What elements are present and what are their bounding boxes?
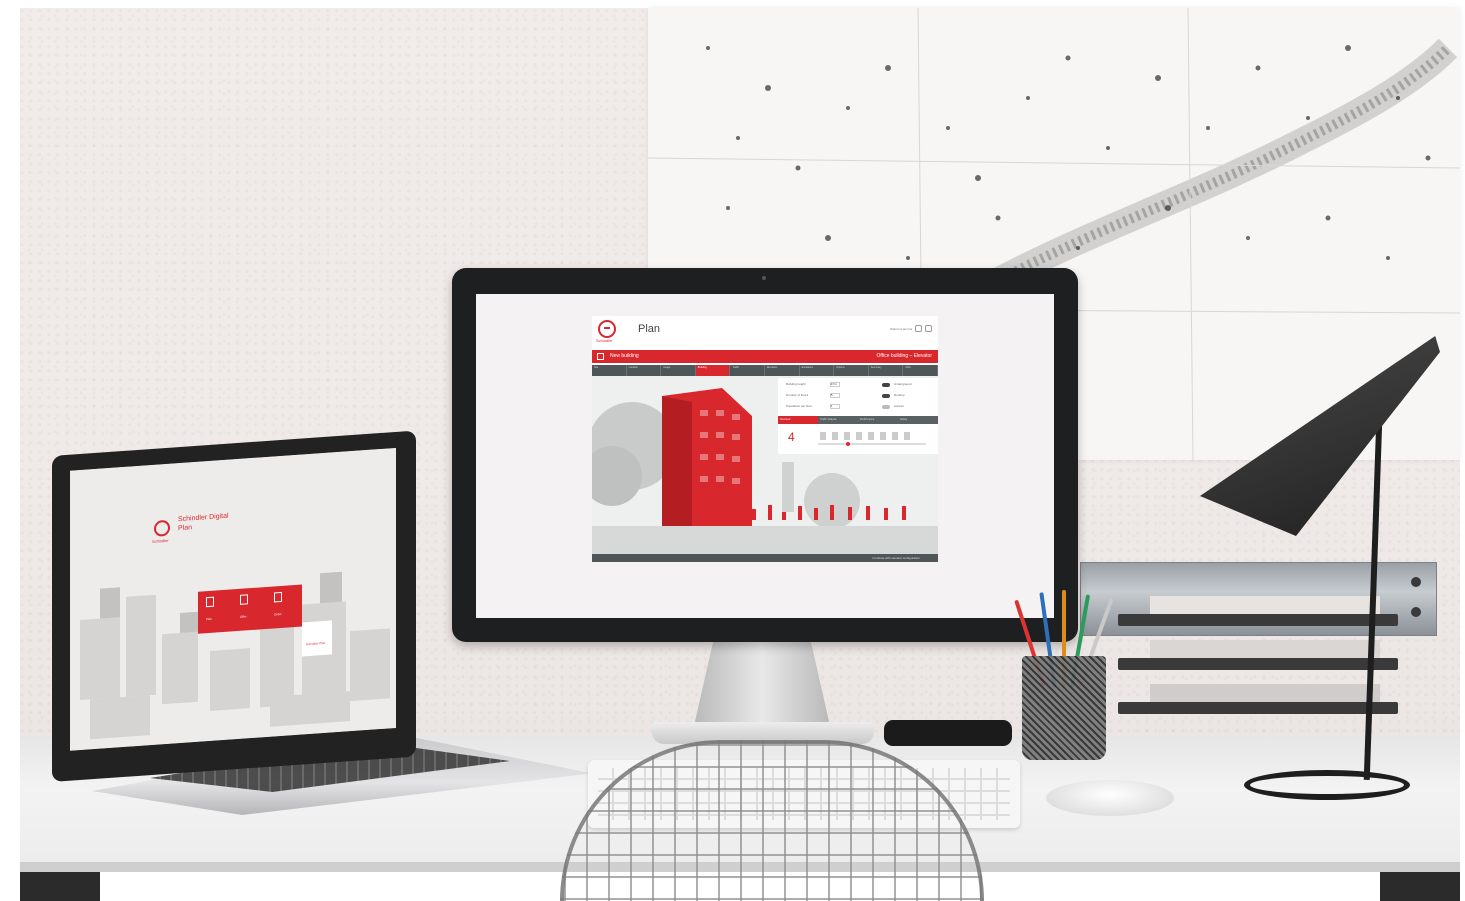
tab-escalators[interactable]: Escalators [800,365,835,376]
access-toggle[interactable] [882,405,890,409]
label-underground: Underground [894,382,912,386]
floors-input[interactable]: 5 [830,393,840,398]
pen-holder [1022,656,1106,760]
plan-tile-icon[interactable] [206,596,214,608]
laptop-screen: Schindler Schindler Digital Plan Plan Of… [70,447,396,751]
offer-tile-icon[interactable] [240,594,248,605]
analysis-tabs: Overview Traffic analysis Performance Sa… [778,416,938,424]
letter-tray [1118,658,1398,670]
schindler-logo-icon[interactable] [598,320,616,338]
lamp-base [1244,770,1410,800]
menu-icon[interactable] [925,325,932,332]
monitor-screen: Schindler Plan Welcome Emma New building… [476,294,1054,618]
letter-tray [1118,702,1398,714]
page-title: Plan [638,323,661,335]
continue-link[interactable]: Continue with elevator configuration [872,556,920,560]
paper-stack [1150,596,1380,614]
app-footer: Continue with elevator configuration [592,554,938,562]
floor-count[interactable]: 4 [788,430,795,444]
tab-traffic-analysis[interactable]: Traffic analysis [818,416,858,424]
monitor-stand [694,642,830,726]
desk-leg [20,872,100,901]
workspace-scene: Schindler Plan Welcome Emma New building… [0,0,1465,901]
tab-location[interactable]: Location [627,365,662,376]
app-header: Schindler Plan Welcome Emma [592,316,938,344]
desktop-monitor: Schindler Plan Welcome Emma New building… [452,268,1078,642]
tab-elevators[interactable]: Elevators [765,365,800,376]
label-number-of-floors: Number of floors [786,393,809,397]
label-population: Population per floor [786,404,813,408]
rooftop-toggle[interactable] [882,394,890,398]
mouse [1046,780,1174,816]
label-access: Access [894,404,904,408]
tab-usage[interactable]: Usage [661,365,696,376]
plan-app-window: Schindler Plan Welcome Emma New building… [592,316,938,562]
project-type[interactable]: Office building – Elevator [877,350,933,363]
tab-performance[interactable]: Performance [858,416,898,424]
label-rooftop: Rooftop [894,393,905,397]
tab-safety[interactable]: Safety [898,416,938,424]
tab-options[interactable]: Options [834,365,869,376]
tab-site[interactable]: Site [592,365,627,376]
user-greeting[interactable]: Welcome Emma [890,327,912,331]
brand-label: Schindler [596,338,613,343]
population-input[interactable]: 1 [830,404,840,409]
smartphone [884,720,1012,746]
tab-overview[interactable]: Overview [778,416,818,424]
building-icon [597,353,604,360]
underground-toggle[interactable] [882,383,890,387]
building-visualization: Building height Number of floors Populat… [592,376,938,562]
step-navigation: Site Location Usage Building Traffic Ele… [592,365,938,376]
project-bar: New building Office building – Elevator [592,350,938,363]
offer-tile-label: Offer [240,614,247,619]
paper-stack [1150,684,1380,702]
paper-stack [1150,640,1380,658]
desk-leg [1380,872,1460,901]
info-card-label: Schindler Plan [306,640,326,647]
order-tile-icon[interactable] [274,591,282,603]
label-building-height: Building height [786,382,806,386]
floor-selector: 4 [778,424,938,454]
order-tile-label: Order [274,611,282,617]
tab-summary[interactable]: Summary [869,365,904,376]
building-height-input[interactable]: 17 m [830,382,840,387]
tab-traffic[interactable]: Traffic [730,365,765,376]
launch-tiles: Plan Offer Order [198,584,302,634]
tab-offer[interactable]: Offer [903,365,938,376]
letter-tray [1118,614,1398,626]
tab-building[interactable]: Building [695,365,731,376]
help-icon[interactable] [915,325,922,332]
webcam-icon [762,276,766,280]
laptop: Schindler Schindler Digital Plan Plan Of… [52,430,416,782]
floor-slider[interactable] [818,430,928,450]
plan-tile-label: Plan [206,616,213,622]
info-card[interactable]: Schindler Plan [302,620,332,657]
project-name: New building [610,353,639,359]
building-config-panel: Building height Number of floors Populat… [778,378,938,416]
